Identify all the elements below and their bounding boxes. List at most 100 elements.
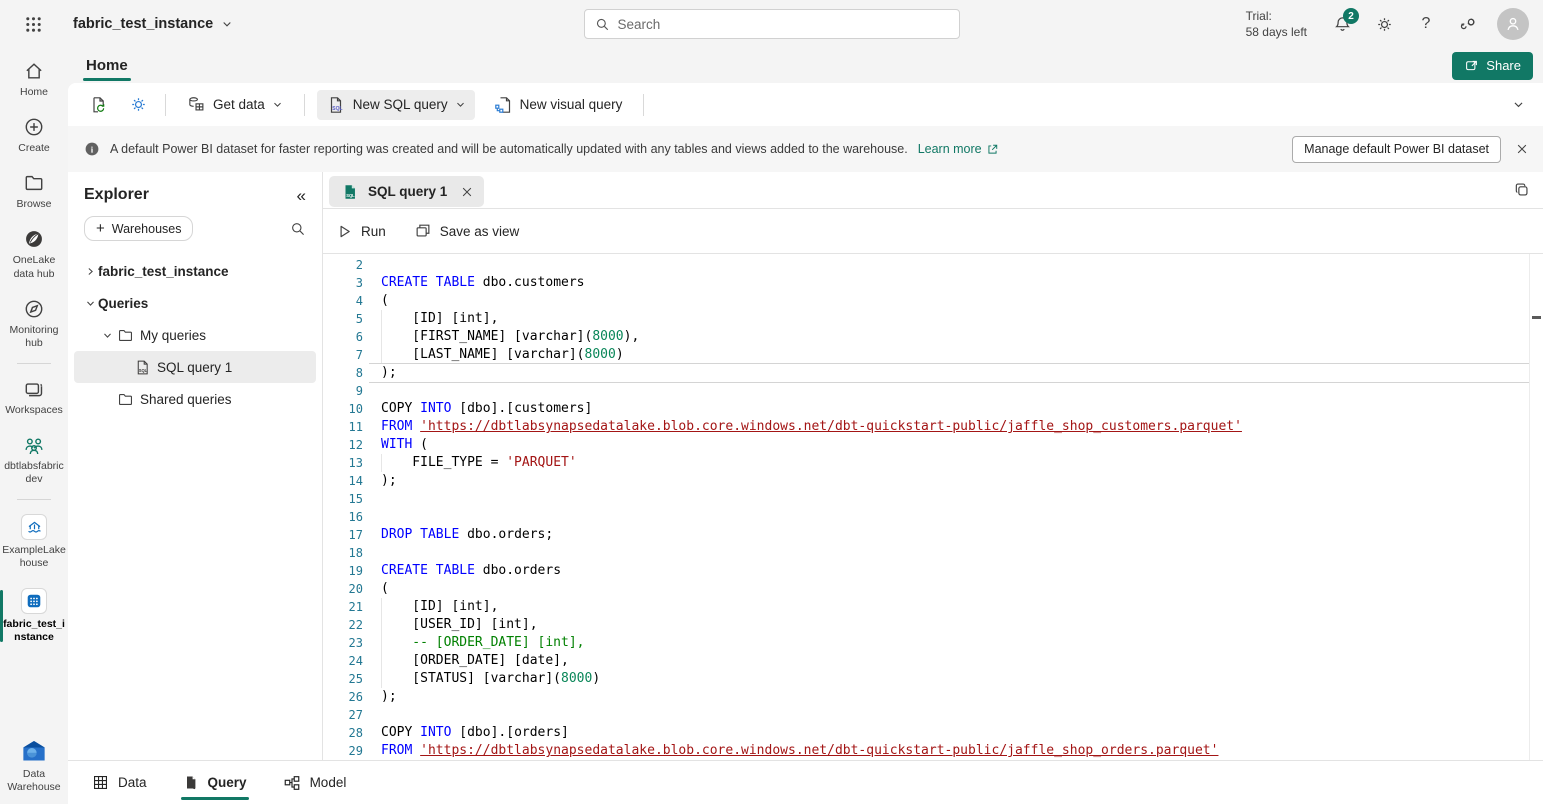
collapse-panel-icon[interactable]: «	[297, 187, 306, 204]
rail-item-dbtlabsfabricdev[interactable]: dbtlabsfabricdev	[0, 430, 68, 490]
settings-tool-button[interactable]	[123, 90, 153, 120]
line-number: 7	[323, 346, 363, 364]
close-tab-icon[interactable]	[460, 185, 474, 199]
code-text: FROM 'https://dbtlabsynapsedatalake.blob…	[381, 418, 1242, 436]
chevron-down-icon	[221, 18, 233, 30]
query-tab-sql-query-1[interactable]: SQL SQL query 1	[329, 176, 484, 207]
line-number: 26	[323, 688, 363, 706]
chevron-down-icon[interactable]	[82, 298, 98, 309]
rail-item-fabric-test-instance[interactable]: fabric_test_instance	[0, 584, 68, 648]
new-warehouse-button[interactable]: + Warehouses	[84, 216, 193, 241]
code-line-22: 22 [USER_ID] [int],	[323, 616, 1543, 634]
line-number: 23	[323, 634, 363, 652]
explorer-search-icon[interactable]	[290, 221, 306, 237]
code-line-10: 10COPY INTO [dbo].[customers]	[323, 400, 1543, 418]
view-tab-label: Model	[310, 775, 347, 790]
tree-item-label: SQL query 1	[157, 360, 232, 375]
search-icon	[595, 17, 610, 32]
notification-badge: 2	[1343, 8, 1359, 24]
new-sql-query-button[interactable]: SQL New SQL query	[317, 90, 475, 120]
code-text: WITH (	[381, 436, 428, 454]
query-tab-label: SQL query 1	[368, 184, 447, 199]
sql-code-editor[interactable]: 23CREATE TABLE dbo.customers4(5 [ID] [in…	[323, 254, 1543, 760]
toolbar-divider	[304, 94, 305, 116]
copy-icon[interactable]	[1513, 181, 1531, 199]
learn-more-link[interactable]: Learn more	[918, 142, 999, 156]
onelake-icon	[23, 228, 45, 250]
grid-icon	[92, 774, 109, 791]
tree-item-queries[interactable]: Queries	[74, 287, 316, 319]
refresh-button[interactable]	[84, 90, 114, 120]
rail-item-examplelakehouse[interactable]: ExampleLakehouse	[0, 510, 68, 574]
tree-item-shared-queries[interactable]: Shared queries	[74, 383, 316, 415]
view-tab-data[interactable]: Data	[92, 761, 147, 804]
querydoc-icon	[183, 774, 199, 791]
left-nav-rail: Home Create Browse OneLake data hub Monitori…	[0, 48, 68, 804]
view-tab-label: Query	[208, 775, 247, 790]
rail-divider	[17, 363, 51, 364]
chevron-down-icon[interactable]	[99, 330, 115, 341]
tree-item-my-queries[interactable]: My queries	[74, 319, 316, 351]
share-button[interactable]: Share	[1452, 52, 1533, 80]
rail-item-create[interactable]: Create	[0, 112, 68, 159]
search-input[interactable]: Search	[584, 9, 960, 39]
explorer-title: Explorer	[84, 186, 149, 204]
editor-overview-ruler[interactable]	[1529, 254, 1543, 760]
people-icon	[22, 434, 46, 456]
code-line-23: 23 -- [ORDER_DATE] [int],	[323, 634, 1543, 652]
ribbon-expand-button[interactable]	[1512, 98, 1525, 111]
line-number: 28	[323, 724, 363, 742]
code-line-27: 27	[323, 706, 1543, 724]
chevron-down-icon	[455, 99, 466, 110]
save-as-view-button[interactable]: Save as view	[414, 222, 520, 240]
code-text: CREATE TABLE dbo.orders	[381, 562, 561, 580]
rail-item-monitoring-hub[interactable]: Monitoring hub	[0, 294, 68, 354]
view-tab-query[interactable]: Query	[183, 761, 247, 804]
tree-item-sql-query-1[interactable]: SQL SQL query 1	[74, 351, 316, 383]
notifications-button[interactable]: 2	[1325, 7, 1359, 41]
rail-item-browse[interactable]: Browse	[0, 168, 68, 215]
sql-file-icon: SQL	[341, 183, 359, 201]
banner-close-icon[interactable]	[1515, 142, 1529, 156]
code-line-25: 25 [STATUS] [varchar](8000)	[323, 670, 1543, 688]
workspace-switcher[interactable]: fabric_test_instance	[73, 16, 233, 32]
line-number: 4	[323, 292, 363, 310]
manage-dataset-button[interactable]: Manage default Power BI dataset	[1292, 136, 1501, 163]
code-text: (	[381, 580, 389, 598]
rail-item-data-warehouse[interactable]: Data Warehouse	[0, 734, 68, 798]
rail-item-label: Home	[20, 86, 48, 99]
rail-divider	[17, 499, 51, 500]
settings-button[interactable]	[1367, 7, 1401, 41]
rail-item-home[interactable]: Home	[0, 56, 68, 103]
line-number: 13	[323, 454, 363, 472]
avatar[interactable]	[1497, 8, 1529, 40]
app-launcher-icon[interactable]	[24, 15, 43, 34]
run-button[interactable]: Run	[336, 223, 386, 240]
code-line-5: 5 [ID] [int],	[323, 310, 1543, 328]
chevron-right-icon[interactable]	[82, 266, 98, 277]
line-number: 5	[323, 310, 363, 328]
query-area: SQL SQL query 1 Run Save	[323, 172, 1543, 760]
feedback-button[interactable]	[1451, 7, 1485, 41]
rail-item-onelake-data-hub[interactable]: OneLake data hub	[0, 224, 68, 284]
view-switcher: Data Query Model	[68, 760, 1543, 804]
code-line-28: 28 COPY INTO [dbo].[orders]	[323, 724, 1543, 742]
rail-item-workspaces[interactable]: Workspaces	[0, 374, 68, 421]
code-line-15: 15	[323, 490, 1543, 508]
view-tab-model[interactable]: Model	[283, 761, 347, 804]
code-text: [STATUS] [varchar](8000)	[381, 670, 600, 688]
get-data-button[interactable]: Get data	[178, 90, 292, 120]
code-text: COPY INTO [dbo].[orders]	[381, 724, 569, 742]
save-as-view-icon	[414, 222, 432, 240]
line-number: 3	[323, 274, 363, 292]
help-button[interactable]: ?	[1409, 7, 1443, 41]
home-icon	[23, 60, 45, 82]
tab-home[interactable]: Home	[83, 48, 131, 83]
code-line-6: 6 [FIRST_NAME] [varchar](8000),	[323, 328, 1543, 346]
warehouse-tile-icon	[21, 588, 47, 614]
svg-text:SQL: SQL	[138, 368, 147, 373]
new-visual-query-button[interactable]: New visual query	[484, 90, 632, 120]
tree-item-fabric-test-instance[interactable]: fabric_test_instance	[74, 255, 316, 287]
code-line-4: 4(	[323, 292, 1543, 310]
query-tab-bar: SQL SQL query 1	[323, 172, 1543, 209]
